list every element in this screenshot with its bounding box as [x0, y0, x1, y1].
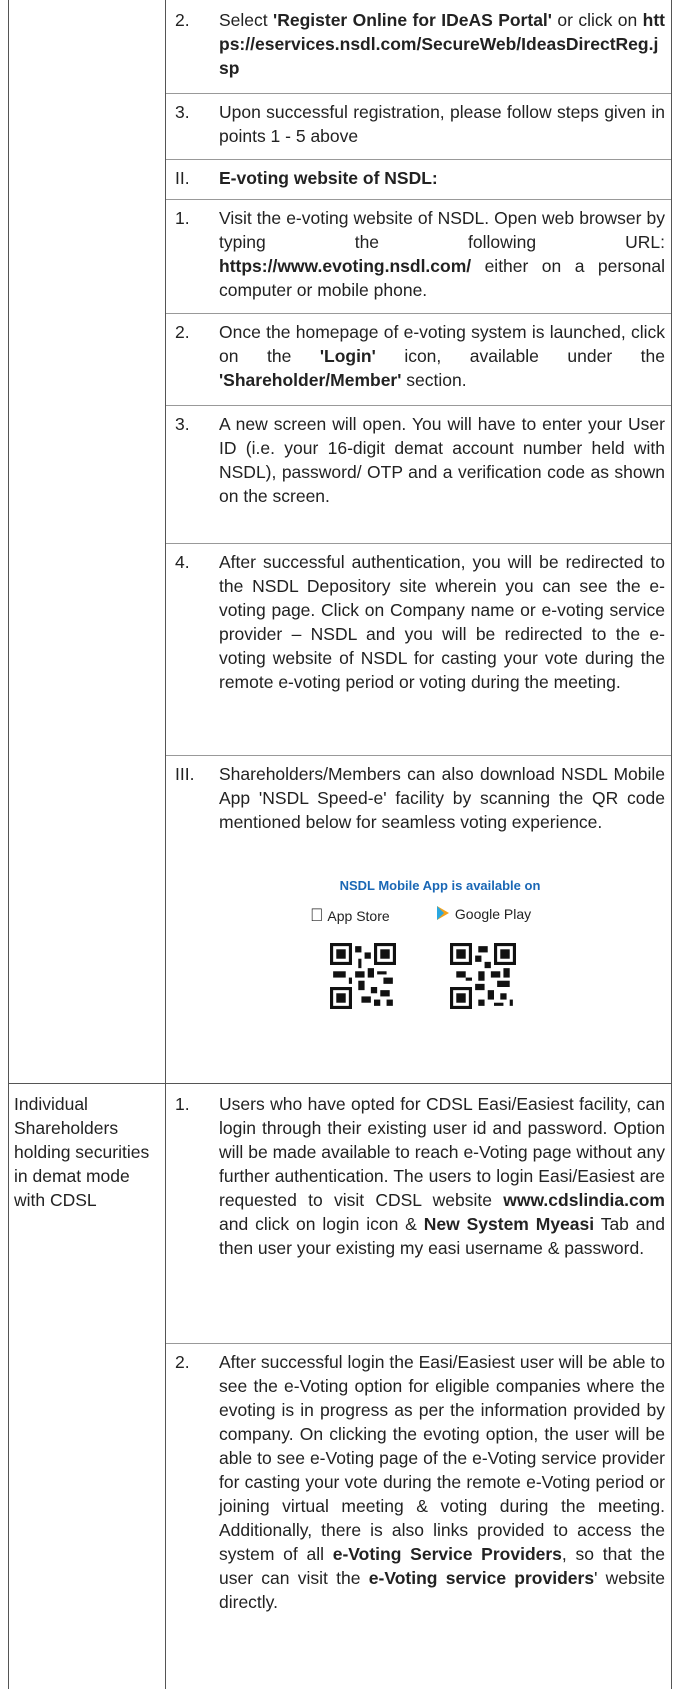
google-play-badge[interactable]: Google Play — [435, 905, 531, 922]
list-item: 2. Once the homepage of e-voting system … — [175, 320, 665, 392]
text-fragment: After successful login the Easi/Easiest … — [219, 1352, 665, 1564]
item-text: Select 'Register Online for IDeAS Portal… — [219, 8, 665, 80]
app-availability-label: NSDL Mobile App is available on — [339, 878, 541, 893]
qr-code-icon[interactable] — [450, 943, 516, 1009]
item-text: Upon successful registration, please fol… — [219, 102, 665, 146]
bold-text: New System Myeasi — [423, 1214, 595, 1234]
row-separator — [166, 313, 671, 314]
row-separator — [166, 1343, 671, 1344]
bold-text: 'Shareholder/Member' — [219, 370, 402, 390]
item-number: 1. — [175, 208, 190, 228]
row-separator — [166, 93, 671, 94]
bold-text: 'Login' — [319, 346, 376, 366]
text-fragment: icon, available under the — [375, 346, 665, 366]
row-separator — [166, 159, 671, 160]
item-number: 2. — [175, 10, 190, 30]
bold-text: 'Register Online for IDeAS Portal' — [273, 10, 552, 30]
column-divider — [165, 0, 166, 1689]
item-number: III. — [175, 764, 195, 784]
list-item: 3. Upon successful registration, please … — [175, 100, 665, 148]
row-separator — [166, 199, 671, 200]
heading-text: E-voting website of NSDL: — [219, 168, 438, 188]
bold-text: e-Voting Service Providers — [332, 1544, 562, 1564]
table-row-separator — [9, 1083, 671, 1084]
list-item: III. Shareholders/Members can also downl… — [175, 762, 665, 834]
google-play-label: Google Play — [454, 906, 532, 922]
item-number: 2. — [175, 322, 190, 342]
bold-text: e-Voting service providers — [368, 1568, 595, 1588]
item-text: Visit the e-voting website of NSDL. Open… — [219, 206, 665, 302]
item-number: 1. — [175, 1094, 190, 1114]
item-number: 3. — [175, 102, 190, 122]
list-item: 3. A new screen will open. You will have… — [175, 412, 665, 508]
document-page: 2. Select 'Register Online for IDeAS Por… — [0, 0, 673, 1689]
row-header-cdsl: Individual Shareholders holding securiti… — [14, 1094, 150, 1210]
item-text: Once the homepage of e-voting system is … — [219, 320, 665, 392]
text-fragment: Select — [219, 10, 274, 30]
nsdl-app-block: NSDL Mobile App is available on  App St… — [300, 878, 580, 1018]
item-text: Shareholders/Members can also download N… — [219, 764, 665, 832]
qr-code-icon[interactable] — [330, 943, 396, 1009]
evoting-nsdl-link[interactable]: https://www.evoting.nsdl.com/ — [219, 256, 471, 276]
item-text: Users who have opted for CDSL Easi/Easie… — [219, 1092, 665, 1260]
item-text: After successful login the Easi/Easiest … — [219, 1350, 665, 1614]
section-heading: II. E-voting website of NSDL: — [175, 166, 665, 190]
text-fragment: or click on — [551, 10, 643, 30]
row-separator — [166, 755, 671, 756]
list-item: 1. Visit the e-voting website of NSDL. O… — [175, 206, 665, 302]
item-number: 3. — [175, 414, 190, 434]
heading-number: II. — [175, 168, 190, 188]
item-number: 4. — [175, 552, 190, 572]
google-play-icon — [437, 906, 449, 920]
item-number: 2. — [175, 1352, 190, 1372]
list-item: 4. After successful authentication, you … — [175, 550, 665, 694]
item-text: A new screen will open. You will have to… — [219, 414, 665, 506]
app-store-label: App Store — [310, 908, 389, 924]
app-store-badge[interactable]:  App Store — [310, 905, 390, 926]
list-item: 1. Users who have opted for CDSL Easi/Ea… — [175, 1092, 665, 1260]
text-fragment: and click on login icon & — [219, 1214, 424, 1234]
list-item: 2. After successful login the Easi/Easie… — [175, 1350, 665, 1614]
text-fragment: section. — [401, 370, 467, 390]
row-separator — [166, 405, 671, 406]
apple-icon:  — [310, 905, 324, 925]
cdsl-website-link[interactable]: www.cdslindia.com — [503, 1190, 665, 1210]
list-item: 2. Select 'Register Online for IDeAS Por… — [175, 8, 665, 80]
text-fragment: Visit the e-voting website of NSDL. Open… — [219, 208, 665, 252]
row-separator — [166, 543, 671, 544]
item-text: After successful authentication, you wil… — [219, 552, 665, 692]
